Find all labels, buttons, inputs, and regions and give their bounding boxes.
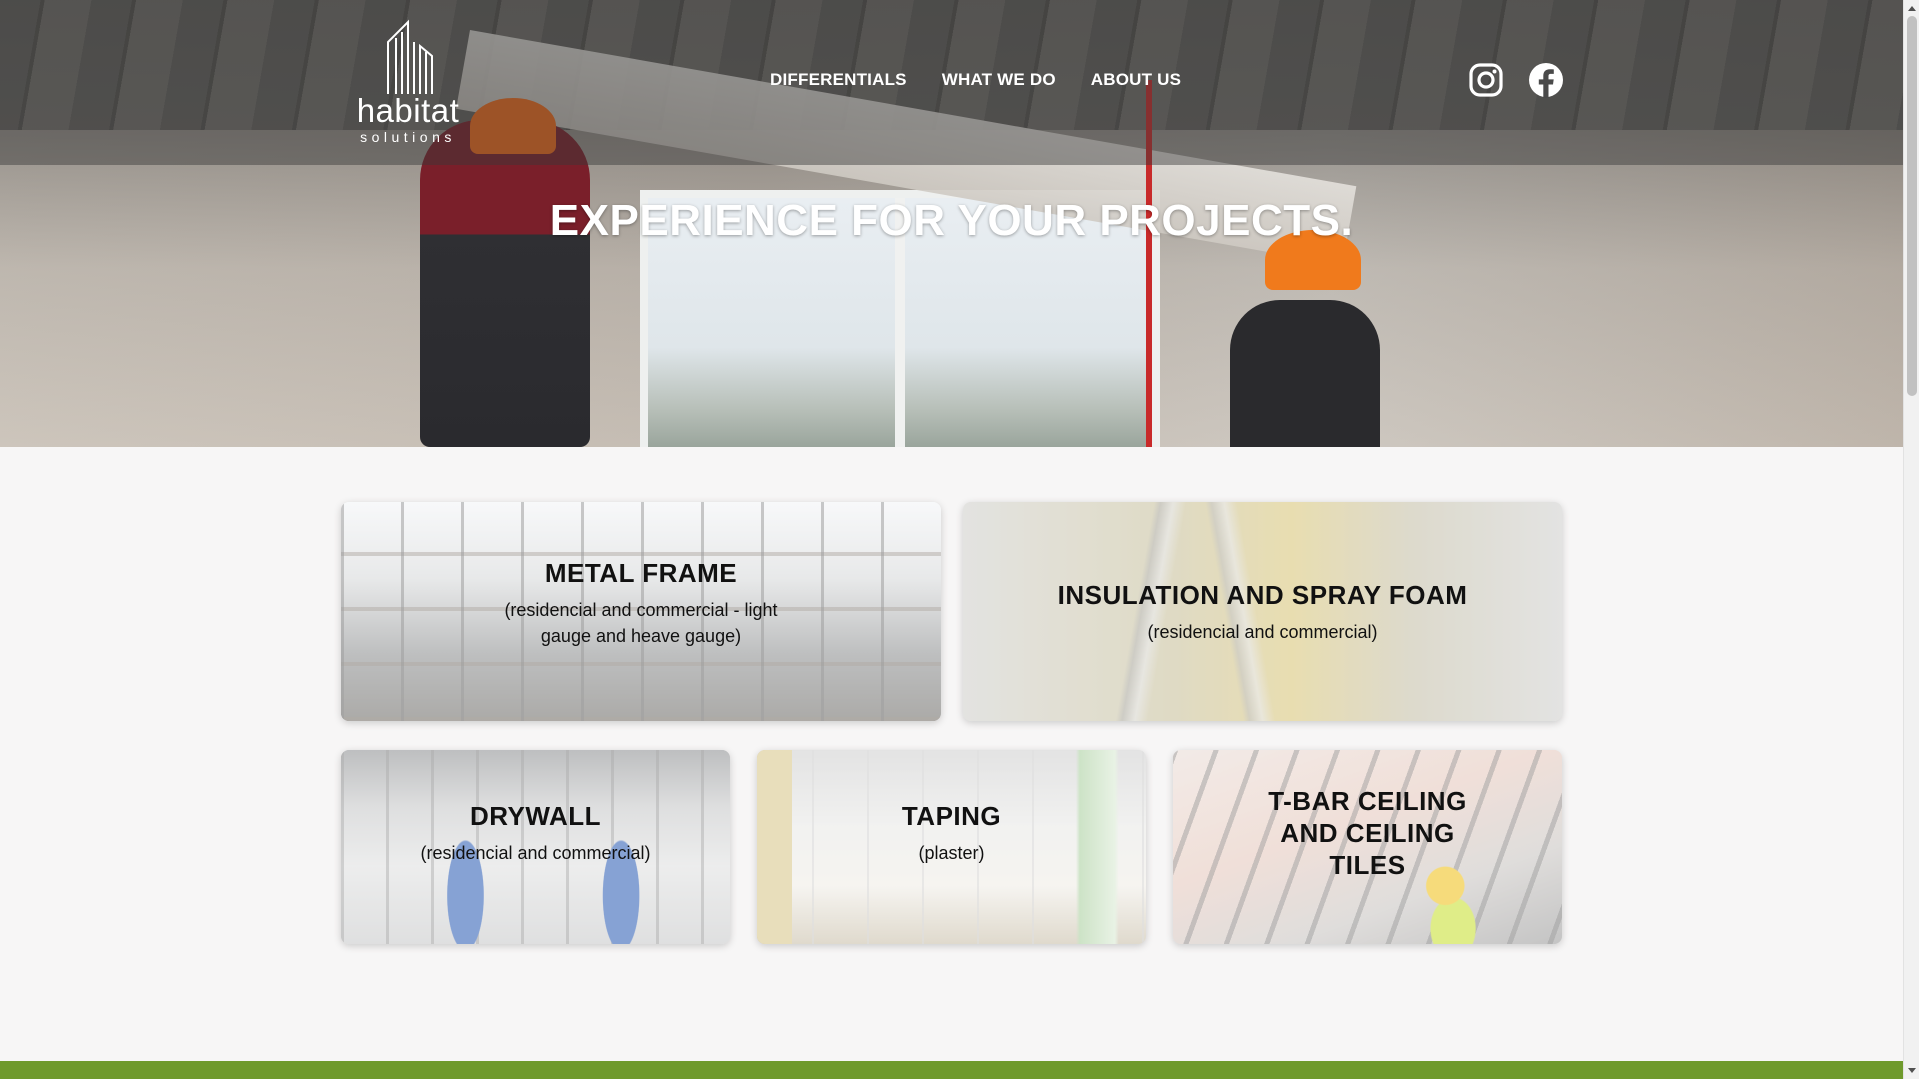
service-subtitle: (residencial and commercial) [1147,621,1378,642]
hero-banner: habitat solutions DIFFERENTIALS WHAT WE … [0,0,1903,447]
service-title: TAPING [901,801,1002,831]
service-card-drywall[interactable]: DRYWALL (residencial and commercial) [341,750,730,944]
service-card-content: INSULATION AND SPRAY FOAM (residencial a… [1028,579,1498,645]
scroll-up-icon[interactable] [1908,6,1916,11]
scrollbar[interactable] [1903,0,1919,1079]
scrollbar-thumb[interactable] [1907,16,1917,396]
nav-about-us[interactable]: ABOUT US [1091,70,1181,90]
service-card-taping[interactable]: TAPING (plaster) [757,750,1146,944]
social-links [1468,62,1564,98]
service-card-t-bar-ceiling[interactable]: T-BAR CEILING AND CEILING TILES [1173,750,1562,944]
hero-worker-right-graphic [1230,300,1380,447]
service-subtitle: (plaster) [918,843,985,863]
service-title: INSULATION AND SPRAY FOAM [1057,579,1468,610]
hero-title: EXPERIENCE FOR YOUR PROJECTS. [549,196,1354,245]
facebook-icon [1529,63,1563,98]
logo-brand-text: habitat [356,92,460,129]
logo[interactable]: habitat solutions [352,16,464,151]
logo-sub-text: solutions [360,129,456,145]
service-subtitle: (residencial and commercial - light gaug… [504,599,778,646]
nav-what-we-do[interactable]: WHAT WE DO [942,70,1056,90]
scroll-down-icon[interactable] [1908,1068,1916,1073]
main-nav: DIFFERENTIALS WHAT WE DO ABOUT US [770,70,1181,90]
page: habitat solutions DIFFERENTIALS WHAT WE … [0,0,1919,1079]
service-title: T-BAR CEILING AND CEILING TILES [1268,786,1467,880]
facebook-link[interactable] [1528,62,1564,98]
service-subtitle: (residencial and commercial) [420,843,651,863]
instagram-icon [1469,63,1503,97]
service-card-metal-frame[interactable]: METAL FRAME (residencial and commercial … [341,502,941,721]
service-title: DRYWALL [469,801,602,831]
building-icon [387,19,433,94]
service-card-insulation[interactable]: INSULATION AND SPRAY FOAM (residencial a… [963,502,1562,721]
footer-band [0,1061,1903,1079]
service-card-content: T-BAR CEILING AND CEILING TILES [1218,785,1518,881]
hero-worker-left-graphic [420,120,590,447]
service-card-content: DRYWALL (residencial and commercial) [390,800,680,866]
nav-differentials[interactable]: DIFFERENTIALS [770,70,907,90]
service-card-content: TAPING (plaster) [872,800,1031,866]
service-card-content: METAL FRAME (residencial and commercial … [451,557,831,649]
service-title: METAL FRAME [544,557,738,588]
instagram-link[interactable] [1468,62,1504,98]
